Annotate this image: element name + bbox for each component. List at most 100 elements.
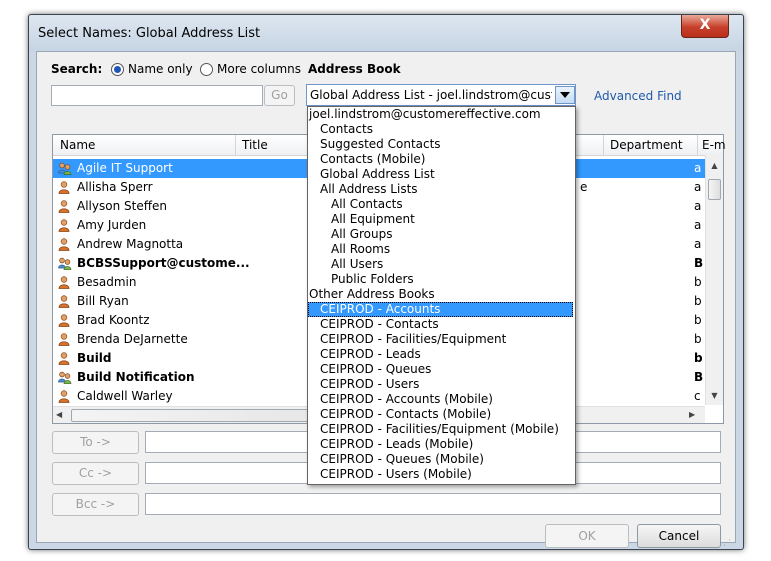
name-only-label[interactable]: Name only: [128, 62, 193, 76]
column-header-title[interactable]: Title: [242, 138, 268, 152]
row-email-fragment: b: [694, 351, 703, 365]
dropdown-item[interactable]: CEIPROD - Users (Mobile): [308, 467, 573, 482]
column-separator[interactable]: [697, 135, 698, 155]
dropdown-item[interactable]: Contacts (Mobile): [308, 152, 573, 167]
column-header-email[interactable]: E-m: [702, 138, 726, 152]
row-name: Besadmin: [77, 275, 137, 289]
row-name: Amy Jurden: [77, 218, 147, 232]
scroll-left-icon[interactable]: ◀: [56, 410, 62, 419]
dropdown-arrow-icon[interactable]: [555, 86, 575, 104]
ok-button[interactable]: OK: [545, 524, 629, 548]
person-icon: [58, 200, 70, 213]
address-book-combo[interactable]: Global Address List - joel.lindstrom@cus…: [306, 84, 576, 106]
row-title-fragment: e: [580, 180, 588, 194]
person-icon: [58, 219, 70, 232]
dropdown-item[interactable]: CEIPROD - Queues (Mobile): [308, 452, 573, 467]
row-email-fragment: b: [694, 294, 702, 308]
row-email-fragment: a: [694, 237, 702, 251]
row-email-fragment: c: [694, 389, 701, 403]
row-email-fragment: B: [694, 256, 704, 270]
group-icon: [58, 257, 72, 270]
dropdown-item[interactable]: CEIPROD - Leads: [308, 347, 573, 362]
dropdown-item[interactable]: CEIPROD - Contacts (Mobile): [308, 407, 573, 422]
go-button[interactable]: Go: [264, 85, 295, 106]
dropdown-item[interactable]: CEIPROD - Queues: [308, 362, 573, 377]
advanced-find-link[interactable]: Advanced Find: [594, 89, 682, 103]
row-name: Caldwell Warley: [77, 389, 173, 403]
window-title: Select Names: Global Address List: [38, 26, 261, 41]
dropdown-item[interactable]: All Address Lists: [308, 182, 573, 197]
dropdown-item[interactable]: All Contacts: [308, 197, 573, 212]
group-icon: [58, 162, 72, 175]
row-name: Bill Ryan: [77, 294, 129, 308]
dropdown-item[interactable]: All Groups: [308, 227, 573, 242]
dropdown-item[interactable]: joel.lindstrom@customereffective.com: [308, 107, 573, 122]
dropdown-item[interactable]: Public Folders: [308, 272, 573, 287]
row-name: Build: [77, 351, 112, 365]
row-email-fragment: B: [694, 370, 704, 384]
dropdown-item[interactable]: CEIPROD - Facilities/Equipment: [308, 332, 573, 347]
row-name: BCBSSupport@custome...: [77, 256, 250, 270]
close-button[interactable]: X: [681, 15, 729, 38]
person-icon: [58, 314, 70, 327]
row-email-fragment: a: [694, 180, 702, 194]
scrollbar-thumb[interactable]: [708, 179, 721, 200]
bcc-button[interactable]: Bcc ->: [52, 493, 139, 516]
row-email-fragment: b: [694, 332, 702, 346]
dropdown-item[interactable]: CEIPROD - Facilities/Equipment (Mobile): [308, 422, 573, 437]
more-columns-label[interactable]: More columns: [217, 62, 301, 76]
name-only-radio[interactable]: [111, 63, 124, 76]
bcc-field[interactable]: [145, 493, 721, 515]
dropdown-item[interactable]: CEIPROD - Accounts (Mobile): [308, 392, 573, 407]
group-icon: [58, 371, 72, 384]
address-book-dropdown: joel.lindstrom@customereffective.com Cont…: [307, 106, 576, 485]
row-email-fragment: a: [694, 161, 702, 175]
dropdown-item[interactable]: CEIPROD - Contacts: [308, 317, 573, 332]
search-label: Search:: [51, 62, 103, 76]
row-name: Allisha Sperr: [77, 180, 153, 194]
column-header-department[interactable]: Department: [610, 138, 683, 152]
row-name: Agile IT Support: [77, 161, 173, 175]
person-icon: [58, 181, 70, 194]
scroll-right-icon[interactable]: ▶: [689, 410, 695, 419]
dropdown-item[interactable]: CEIPROD - Leads (Mobile): [308, 437, 573, 452]
more-columns-radio[interactable]: [200, 63, 213, 76]
search-input[interactable]: [51, 85, 263, 106]
row-email-fragment: a: [694, 199, 702, 213]
cc-button[interactable]: Cc ->: [52, 462, 139, 485]
row-email-fragment: b: [694, 275, 702, 289]
row-name: Brenda DeJarnette: [77, 332, 188, 346]
vertical-scrollbar[interactable]: ▲ ▼: [705, 155, 723, 405]
person-icon: [58, 238, 70, 251]
person-icon: [58, 390, 70, 403]
dropdown-item[interactable]: All Rooms: [308, 242, 573, 257]
address-book-label: Address Book: [308, 62, 401, 76]
row-name: Allyson Steffen: [77, 199, 167, 213]
column-separator[interactable]: [235, 135, 236, 155]
scroll-up-icon[interactable]: ▲: [706, 161, 723, 170]
dropdown-item[interactable]: Suggested Contacts: [308, 137, 573, 152]
person-icon: [58, 352, 70, 365]
row-name: Andrew Magnotta: [77, 237, 184, 251]
dropdown-item[interactable]: CEIPROD - Users: [308, 377, 573, 392]
row-email-fragment: a: [694, 218, 702, 232]
address-book-selected: Global Address List - joel.lindstrom@cus…: [310, 88, 552, 102]
title-bar[interactable]: Select Names: Global Address List X: [29, 15, 743, 51]
person-icon: [58, 333, 70, 346]
dropdown-item[interactable]: Other Address Books: [308, 287, 573, 302]
dropdown-item[interactable]: All Users: [308, 257, 573, 272]
row-name: Build Notification: [77, 370, 195, 384]
to-button[interactable]: To ->: [52, 431, 139, 454]
person-icon: [58, 276, 70, 289]
column-header-name[interactable]: Name: [60, 138, 95, 152]
row-email-fragment: b: [694, 313, 702, 327]
resize-grip-icon[interactable]: ⋰: [723, 538, 731, 547]
person-icon: [58, 295, 70, 308]
cancel-button[interactable]: Cancel: [637, 524, 721, 548]
dropdown-item[interactable]: CEIPROD - Accounts: [308, 302, 573, 317]
dropdown-item[interactable]: All Equipment: [308, 212, 573, 227]
scroll-down-icon[interactable]: ▼: [706, 391, 723, 400]
column-separator[interactable]: [603, 135, 604, 155]
dropdown-item[interactable]: Global Address List: [308, 167, 573, 182]
dropdown-item[interactable]: Contacts: [308, 122, 573, 137]
